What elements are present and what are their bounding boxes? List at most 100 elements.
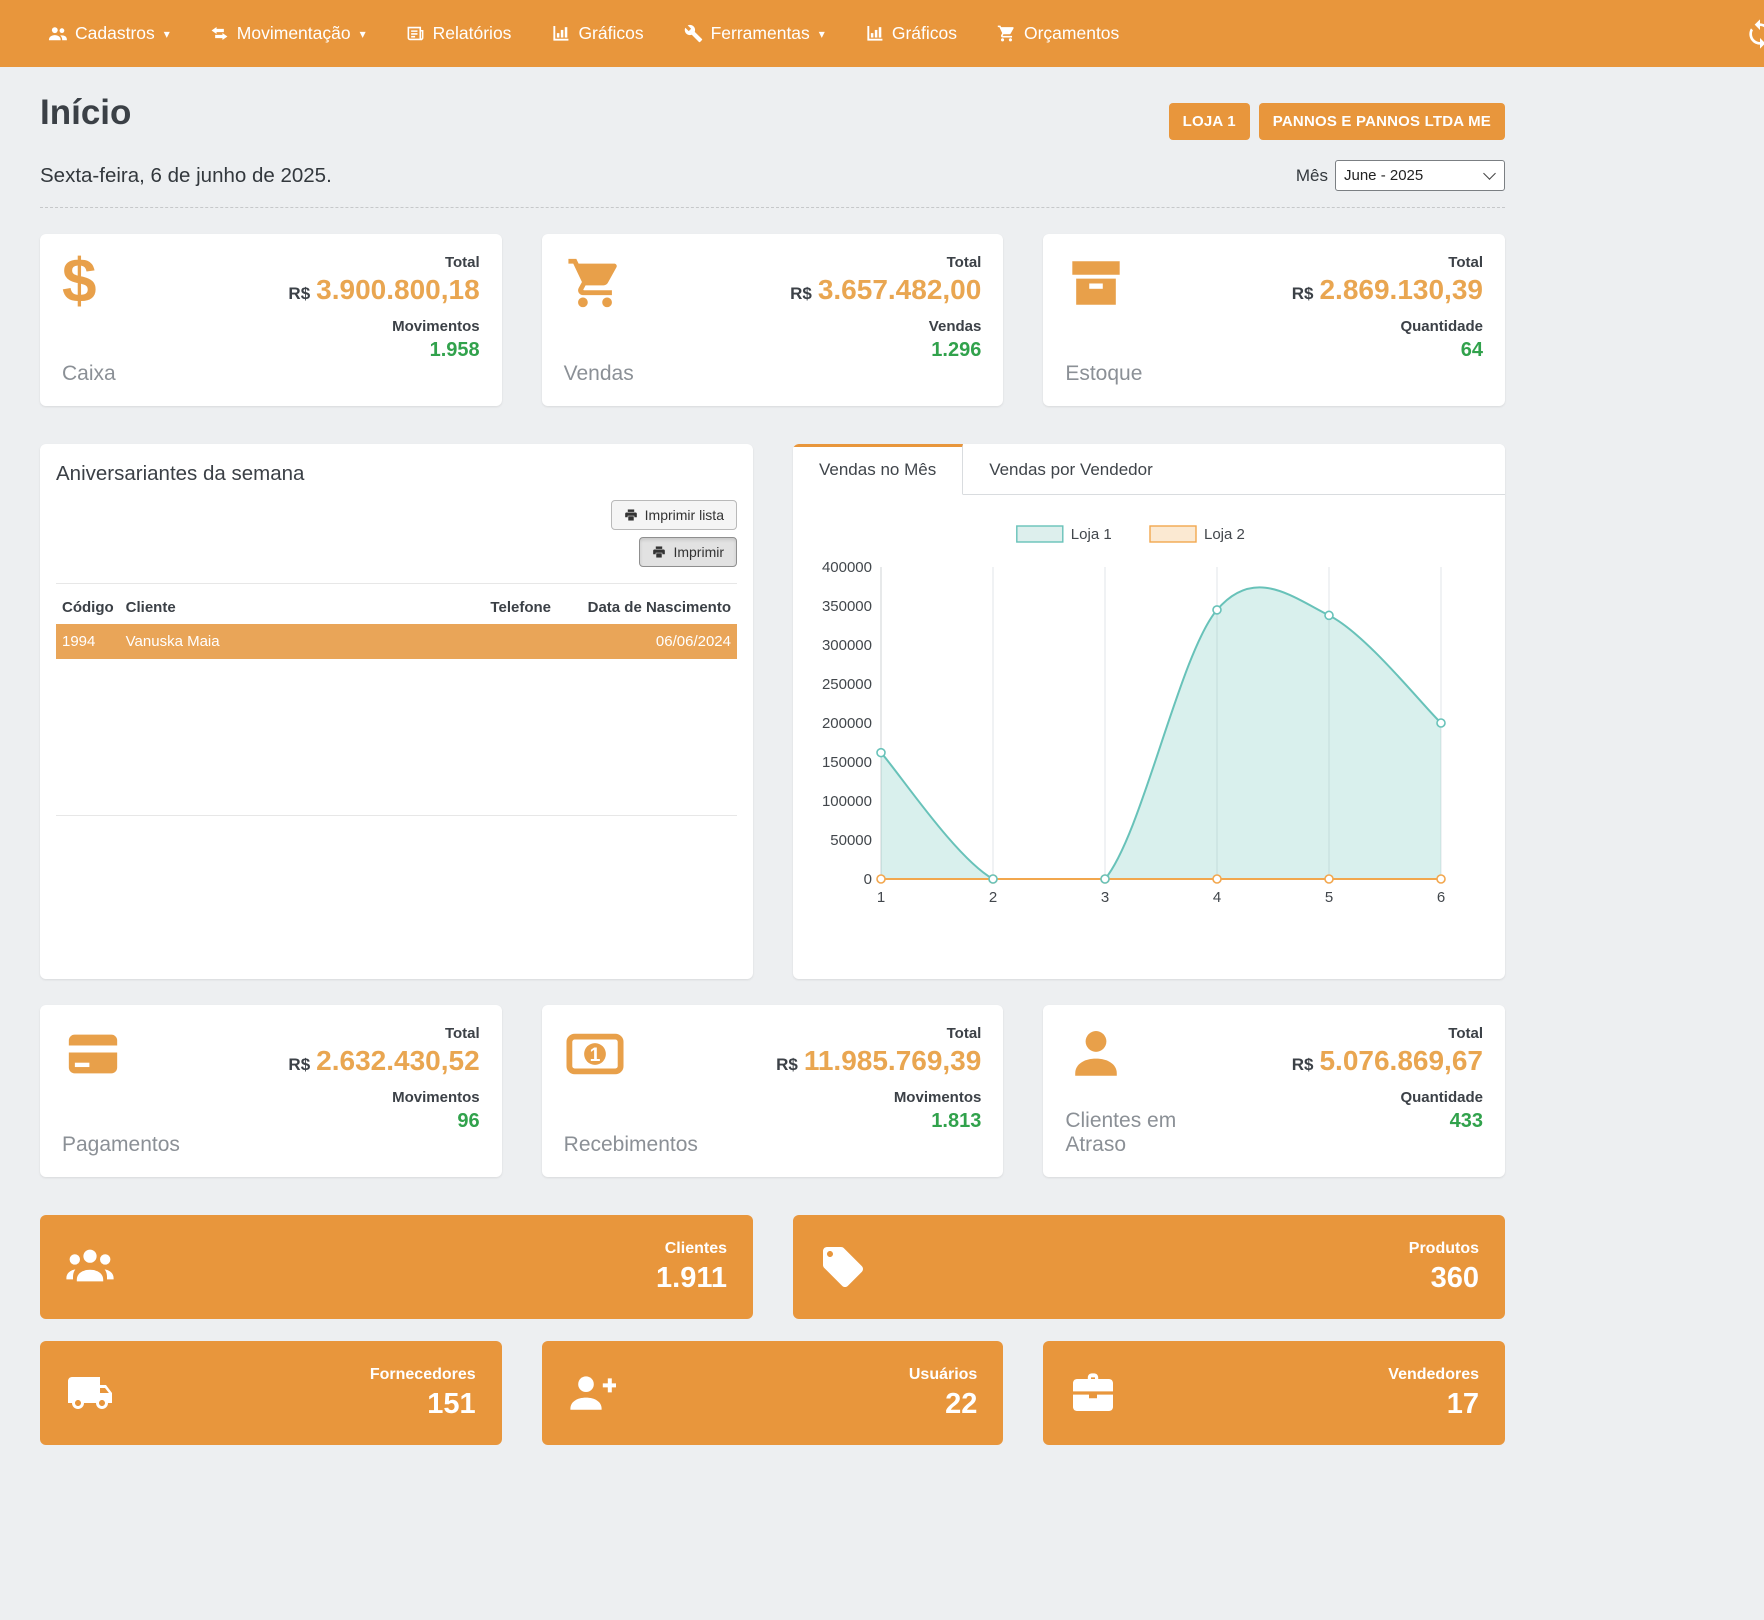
tile-label: Vendedores	[1388, 1366, 1479, 1384]
credit-card-icon	[62, 1025, 124, 1083]
count-label: Movimentos	[776, 1089, 981, 1106]
total-label: Total	[1292, 254, 1483, 271]
col-cliente: Cliente	[120, 588, 447, 624]
count-value: 96	[288, 1110, 479, 1133]
stat-card-caixa: $ Caixa Total R$3.900.800,18 Movimentos …	[40, 234, 502, 406]
print-list-button[interactable]: Imprimir lista	[611, 500, 737, 530]
card-title: Pagamentos	[62, 1133, 180, 1157]
birthdays-panel-title: Aniversariantes da semana	[56, 462, 737, 486]
nav-item-graficos-1[interactable]: Gráficos	[531, 0, 663, 67]
printer-icon	[652, 545, 666, 559]
month-select-wrap: June - 2025	[1335, 160, 1505, 191]
total-label: Total	[288, 1025, 479, 1042]
month-select[interactable]: June - 2025	[1335, 160, 1505, 191]
svg-text:100000: 100000	[822, 793, 872, 810]
print-button[interactable]: Imprimir	[639, 537, 737, 567]
card-title: Estoque	[1065, 362, 1142, 386]
stat-card-clientes-em-atraso: Clientes em Atraso Total R$5.076.869,67 …	[1043, 1005, 1505, 1177]
card-title: Recebimentos	[564, 1133, 694, 1157]
svg-text:200000: 200000	[822, 715, 872, 732]
company-button[interactable]: PANNOS E PANNOS LTDA ME	[1259, 103, 1505, 140]
users-icon	[48, 24, 67, 43]
svg-text:400000: 400000	[822, 559, 872, 576]
nav-label: Relatórios	[433, 23, 512, 44]
divider	[56, 583, 737, 584]
print-label: Imprimir	[673, 544, 724, 560]
nav-item-graficos-2[interactable]: Gráficos	[845, 0, 977, 67]
total-value: 11.985.769,39	[804, 1045, 982, 1076]
count-label: Movimentos	[288, 1089, 479, 1106]
nav-item-orcamentos[interactable]: Orçamentos	[977, 0, 1139, 67]
birthdays-table: Código Cliente Telefone Data de Nascimen…	[56, 588, 737, 659]
tile-usuarios[interactable]: Usuários 22	[542, 1341, 1004, 1445]
svg-text:1: 1	[589, 1045, 600, 1066]
card-title: Clientes em Atraso	[1065, 1109, 1195, 1157]
tab-vendas-por-vendedor[interactable]: Vendas por Vendedor	[963, 444, 1179, 494]
nav-item-ferramentas[interactable]: Ferramentas ▾	[664, 0, 845, 67]
tile-fornecedores[interactable]: Fornecedores 151	[40, 1341, 502, 1445]
exchange-icon	[210, 24, 229, 43]
svg-text:1: 1	[877, 889, 885, 906]
svg-text:2: 2	[989, 889, 997, 906]
svg-text:0: 0	[864, 871, 872, 888]
nav-label: Movimentação	[237, 23, 351, 44]
currency-prefix: R$	[288, 1055, 310, 1074]
currency-prefix: R$	[776, 1055, 798, 1074]
total-value: 5.076.869,67	[1319, 1045, 1483, 1076]
cell-telefone	[447, 624, 557, 659]
total-value: 2.632.430,52	[316, 1045, 480, 1076]
count-value: 433	[1292, 1110, 1483, 1133]
nav-item-cadastros[interactable]: Cadastros ▾	[28, 0, 190, 67]
store-button[interactable]: LOJA 1	[1169, 103, 1250, 140]
cell-cliente: Vanuska Maia	[120, 624, 447, 659]
svg-text:50000: 50000	[830, 832, 872, 849]
count-value: 1.296	[790, 339, 981, 362]
tile-label: Clientes	[656, 1240, 727, 1258]
page-title: Início	[40, 93, 131, 133]
card-title: Vendas	[564, 362, 634, 386]
card-title: Caixa	[62, 362, 124, 386]
sales-line-chart: 0500001000001500002000002500003000003500…	[815, 521, 1455, 913]
box-icon	[1065, 254, 1127, 312]
nav-item-movimentacao[interactable]: Movimentação ▾	[190, 0, 386, 67]
dollar-icon: $	[62, 254, 124, 312]
count-label: Movimentos	[288, 318, 479, 335]
user-plus-icon	[568, 1369, 616, 1417]
nav-item-relatorios[interactable]: Relatórios	[386, 0, 532, 67]
currency-prefix: R$	[1292, 284, 1314, 303]
birthday-row[interactable]: 1994 Vanuska Maia 06/06/2024	[56, 624, 737, 659]
user-icon	[1065, 1025, 1127, 1083]
current-date: Sexta-feira, 6 de junho de 2025.	[40, 164, 332, 188]
tile-vendedores[interactable]: Vendedores 17	[1043, 1341, 1505, 1445]
caret-down-icon: ▾	[819, 28, 825, 40]
nav-label: Orçamentos	[1024, 23, 1119, 44]
col-codigo: Código	[56, 588, 120, 624]
chart-tabs: Vendas no Mês Vendas por Vendedor	[793, 444, 1505, 495]
caret-down-icon: ▾	[164, 28, 170, 40]
cell-nascimento: 06/06/2024	[557, 624, 737, 659]
currency-prefix: R$	[288, 284, 310, 303]
count-value: 1.958	[288, 339, 479, 362]
spacer	[56, 659, 737, 799]
tile-produtos[interactable]: Produtos 360	[793, 1215, 1505, 1319]
users-group-icon	[66, 1243, 114, 1291]
stat-card-estoque: Estoque Total R$2.869.130,39 Quantidade …	[1043, 234, 1505, 406]
tab-vendas-no-mes[interactable]: Vendas no Mês	[793, 444, 963, 495]
total-value: 3.900.800,18	[316, 274, 480, 305]
sync-icon[interactable]	[1744, 18, 1764, 50]
total-label: Total	[288, 254, 479, 271]
nav-label: Ferramentas	[711, 23, 810, 44]
svg-text:150000: 150000	[822, 754, 872, 771]
divider	[56, 815, 737, 816]
svg-text:5: 5	[1325, 889, 1333, 906]
total-label: Total	[1292, 1025, 1483, 1042]
total-value: 2.869.130,39	[1319, 274, 1483, 305]
currency-prefix: R$	[790, 284, 812, 303]
svg-text:Loja 2: Loja 2	[1204, 526, 1245, 543]
total-label: Total	[790, 254, 981, 271]
tile-value: 22	[909, 1388, 977, 1421]
caret-down-icon: ▾	[360, 28, 366, 40]
tile-clientes[interactable]: Clientes 1.911	[40, 1215, 753, 1319]
bar-chart-icon	[551, 24, 570, 43]
tile-label: Produtos	[1409, 1240, 1479, 1258]
